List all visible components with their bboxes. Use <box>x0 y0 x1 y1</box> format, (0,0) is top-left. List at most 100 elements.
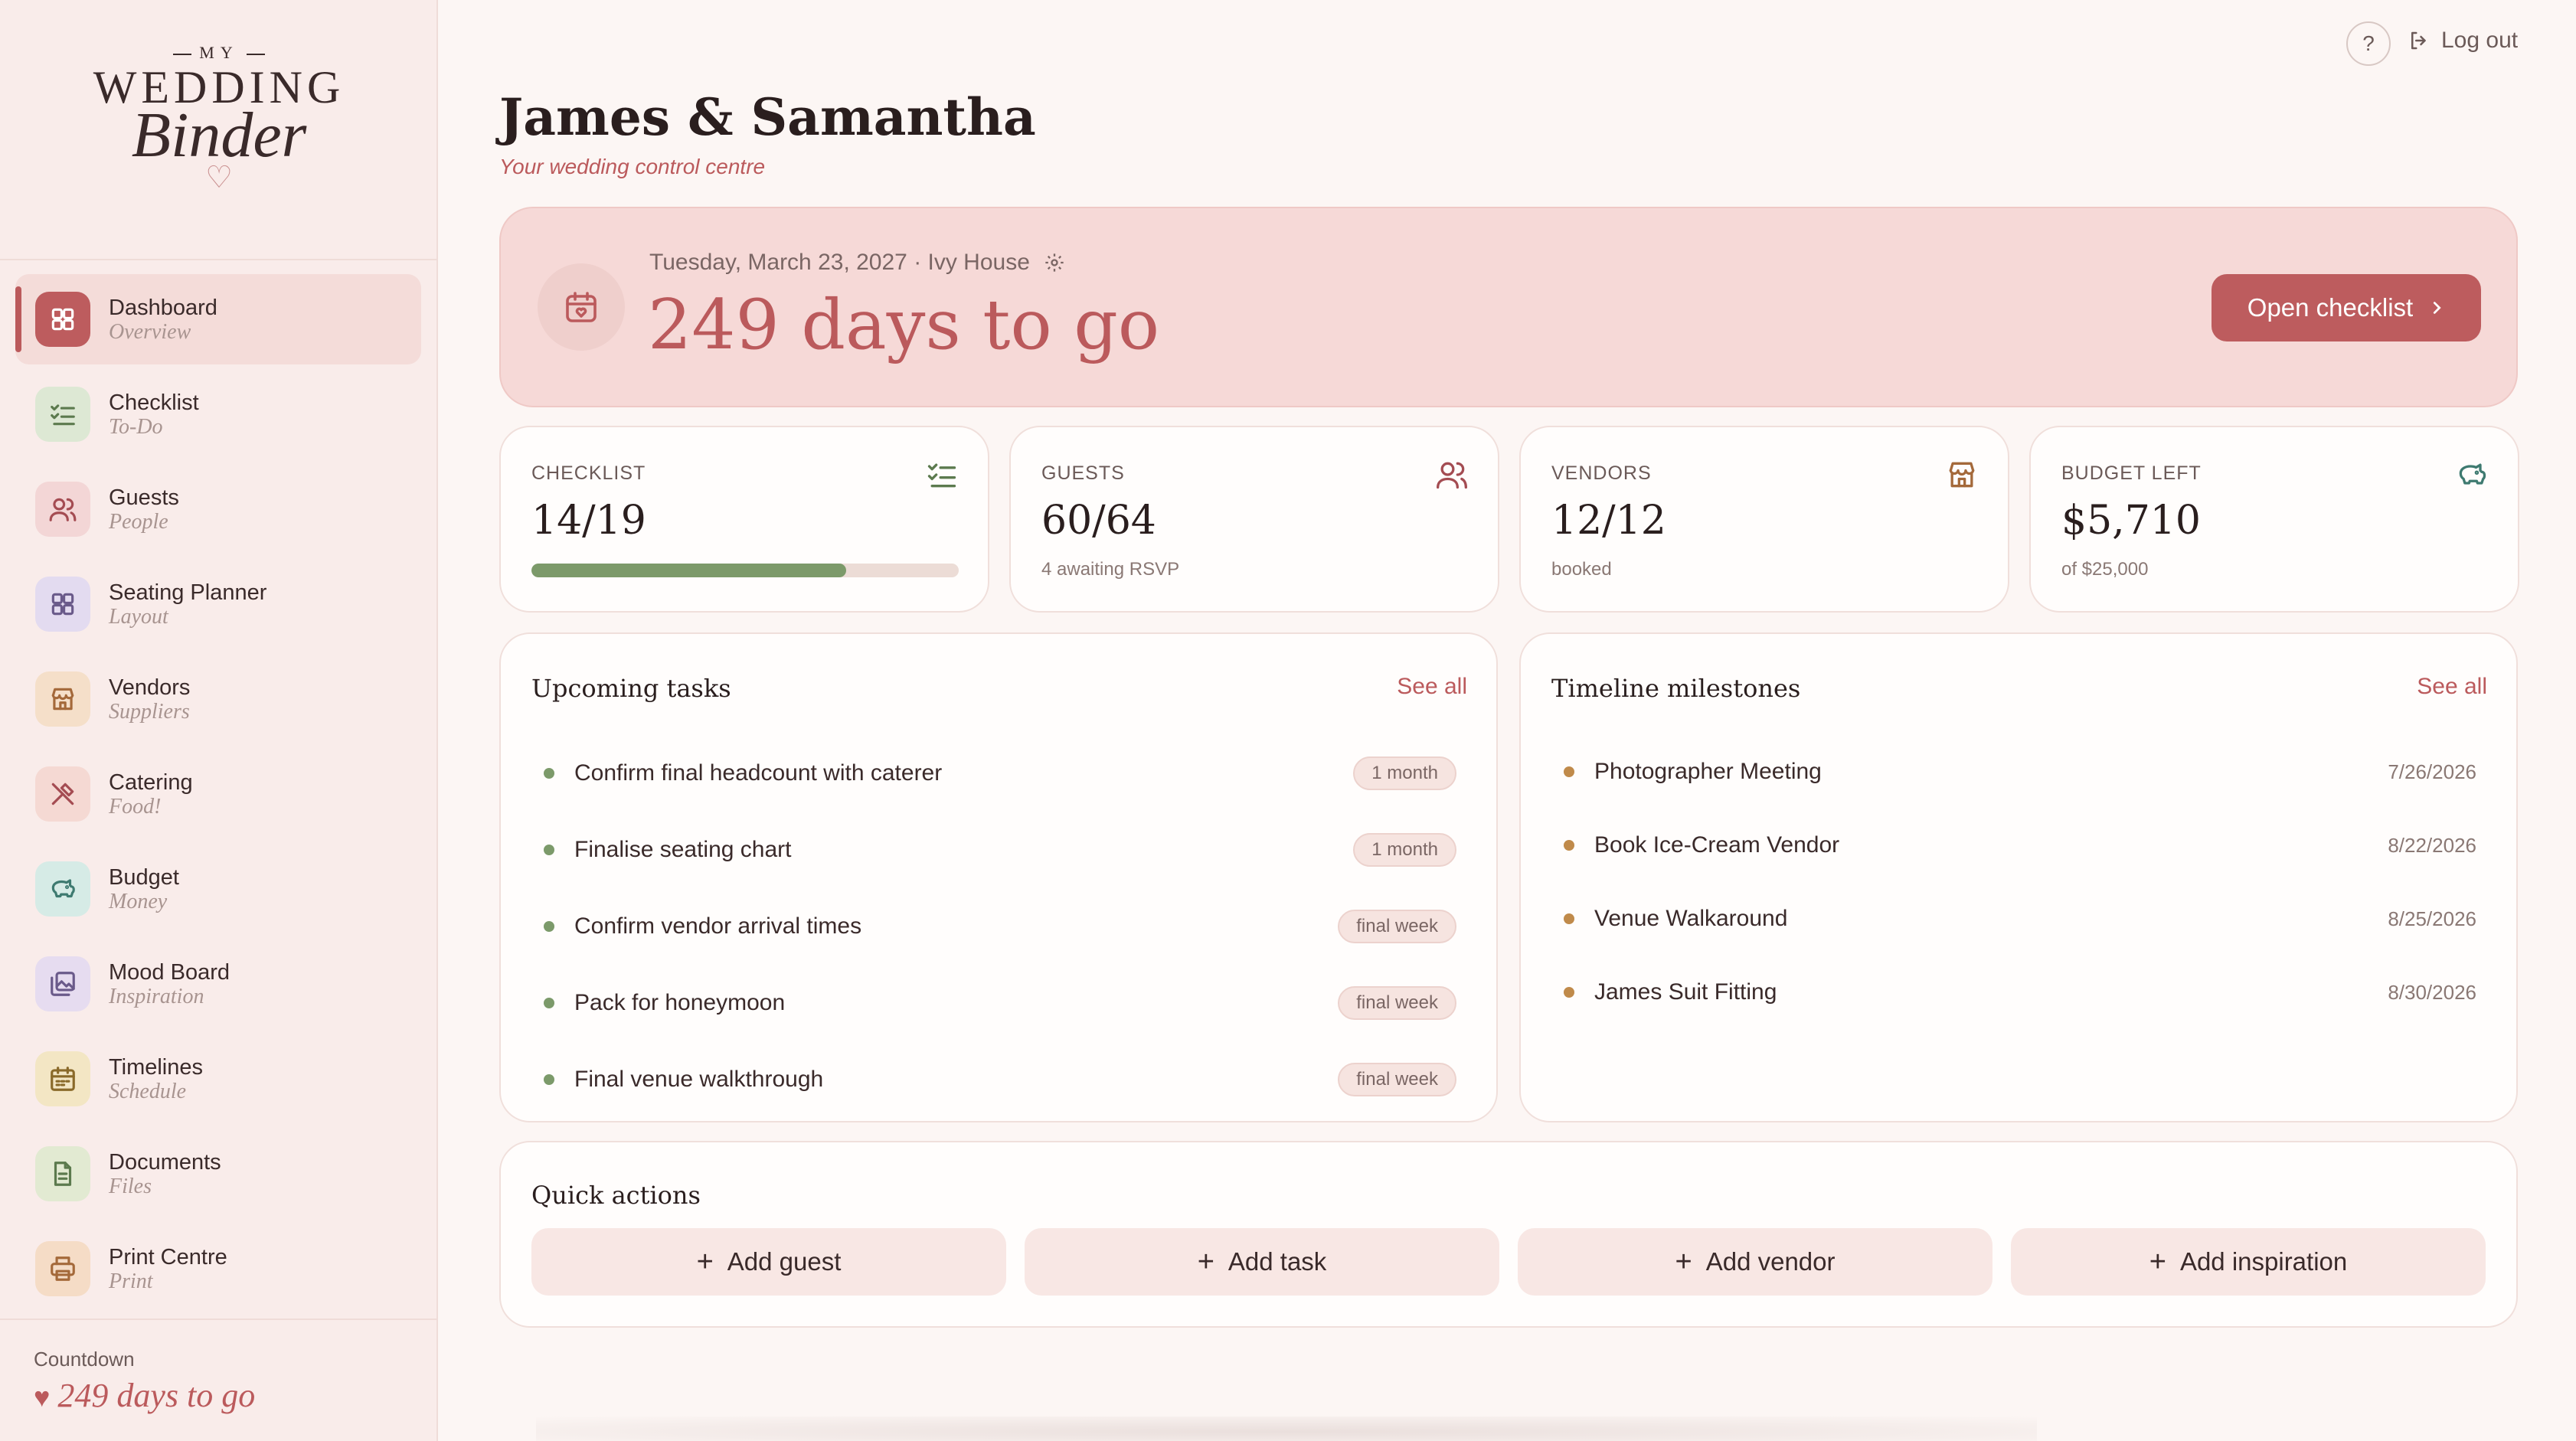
sidebar-item-sublabel: Inspiration <box>109 985 204 1008</box>
heart-icon: ♥ <box>34 1382 51 1413</box>
stat-card-budget-left[interactable]: BUDGET LEFT $5,710 of $25,000 <box>2029 426 2519 613</box>
open-checklist-label: Open checklist <box>2247 293 2414 322</box>
sidebar-item-sublabel: Schedule <box>109 1080 187 1103</box>
upcoming-tasks-title: Upcoming tasks <box>531 674 731 703</box>
store-icon <box>35 671 90 727</box>
sidebar-item-sublabel: Suppliers <box>109 700 190 724</box>
logout-icon <box>2411 31 2426 50</box>
gear-icon[interactable] <box>1044 252 1065 273</box>
stat-card-checklist[interactable]: CHECKLIST 14/19 <box>499 426 989 613</box>
sidebar-item-documents[interactable]: Documents Files <box>15 1129 421 1219</box>
sidebar-item-timelines[interactable]: Timelines Schedule <box>15 1034 421 1124</box>
page-title: James & Samantha <box>499 87 1036 147</box>
sidebar-item-budget[interactable]: Budget Money <box>15 844 421 934</box>
task-row[interactable]: Confirm final headcount with caterer 1 mo… <box>544 750 1456 796</box>
open-checklist-button[interactable]: Open checklist <box>2212 274 2481 341</box>
sidebar-item-text: Dashboard Overview <box>109 295 217 344</box>
stat-value: 14/19 <box>531 498 646 544</box>
task-row[interactable]: Pack for honeymoon final week <box>544 980 1456 1026</box>
grid-icon <box>35 292 90 347</box>
sidebar-item-text: Checklist To-Do <box>109 390 199 439</box>
sidebar-item-guests[interactable]: Guests People <box>15 464 421 554</box>
milestone-date: 7/26/2026 <box>2388 760 2476 783</box>
stat-value: 12/12 <box>1551 498 1666 544</box>
sidebar-item-text: Mood Board Inspiration <box>109 959 230 1008</box>
milestone-row[interactable]: Photographer Meeting 7/26/2026 <box>1564 749 2476 795</box>
wedding-date-text: Tuesday, March 23, 2027 · Ivy House <box>649 250 1030 275</box>
quick-actions-panel: Quick actions + Add guest + Add task + Add ve… <box>499 1141 2518 1328</box>
sidebar-divider <box>0 1318 438 1320</box>
sidebar-item-label: Dashboard <box>109 296 217 320</box>
sidebar-item-label: Checklist <box>109 390 199 415</box>
plus-icon: + <box>1675 1245 1692 1278</box>
sidebar-item-print-centre[interactable]: Print Centre Print <box>15 1224 421 1314</box>
users-icon <box>35 482 90 537</box>
task-bullet <box>544 1074 554 1085</box>
stat-label: VENDORS <box>1551 462 1652 484</box>
tasks-see-all-link[interactable]: See all <box>1397 674 1467 700</box>
task-due-badge: final week <box>1338 910 1456 943</box>
quick-action-label: Add task <box>1228 1247 1327 1276</box>
milestone-text: Book Ice-Cream Vendor <box>1594 832 1840 858</box>
sidebar-item-sublabel: To-Do <box>109 415 163 439</box>
add-task-button[interactable]: + Add task <box>1025 1228 1499 1296</box>
task-bullet <box>544 921 554 932</box>
sidebar-item-text: Budget Money <box>109 864 179 913</box>
sidebar-item-mood-board[interactable]: Mood Board Inspiration <box>15 939 421 1029</box>
milestone-bullet <box>1564 913 1574 924</box>
stat-label: BUDGET LEFT <box>2061 462 2202 484</box>
logout-button[interactable]: Log out <box>2408 28 2518 54</box>
sidebar-item-label: Vendors <box>109 675 191 700</box>
timeline-milestones-panel: Timeline milestones See all Photographer… <box>1519 632 2518 1122</box>
sidebar-item-text: Vendors Suppliers <box>109 675 190 724</box>
milestone-text: James Suit Fitting <box>1594 979 1777 1005</box>
milestone-row[interactable]: Book Ice-Cream Vendor 8/22/2026 <box>1564 822 2476 868</box>
sidebar-item-sublabel: Print <box>109 1269 153 1293</box>
task-due-badge: final week <box>1338 986 1456 1020</box>
task-text: Pack for honeymoon <box>574 990 786 1015</box>
sidebar-item-vendors[interactable]: Vendors Suppliers <box>15 654 421 744</box>
milestone-bullet <box>1564 766 1574 777</box>
milestone-date: 8/30/2026 <box>2388 980 2476 1004</box>
grid-icon <box>35 577 90 632</box>
bottom-shadow <box>536 1416 2037 1441</box>
sidebar-countdown: Countdown ♥ 249 days to go <box>34 1348 255 1415</box>
help-button[interactable]: ? <box>2346 21 2391 66</box>
sidebar-item-label: Mood Board <box>109 960 230 985</box>
sidebar-item-sublabel: People <box>109 510 168 534</box>
sidebar-item-text: Catering Food! <box>109 770 193 819</box>
sidebar-item-sublabel: Food! <box>109 795 162 819</box>
stat-card-vendors[interactable]: VENDORS 12/12 booked <box>1519 426 2009 613</box>
sidebar-item-label: Catering <box>109 770 193 795</box>
sidebar-item-label: Seating Planner <box>109 580 267 605</box>
milestone-row[interactable]: Venue Walkaround 8/25/2026 <box>1564 896 2476 942</box>
add-vendor-button[interactable]: + Add vendor <box>1518 1228 1992 1296</box>
sidebar-divider <box>0 259 438 260</box>
milestones-see-all-link[interactable]: See all <box>2417 674 2487 700</box>
sidebar-item-catering[interactable]: Catering Food! <box>15 749 421 839</box>
add-guest-button[interactable]: + Add guest <box>531 1228 1006 1296</box>
task-row[interactable]: Finalise seating chart 1 month <box>544 827 1456 873</box>
sidebar-item-sublabel: Money <box>109 890 168 913</box>
app-logo[interactable]: MY WEDDING Binder ♡ <box>0 43 438 211</box>
timeline-milestones-title: Timeline milestones <box>1551 674 1801 703</box>
add-inspiration-button[interactable]: + Add inspiration <box>2011 1228 2486 1296</box>
sidebar-item-label: Guests <box>109 485 179 510</box>
sidebar-item-checklist[interactable]: Checklist To-Do <box>15 369 421 459</box>
logo-heart-icon: ♡ <box>205 161 233 194</box>
task-row[interactable]: Final venue walkthrough final week <box>544 1057 1456 1103</box>
stat-card-guests[interactable]: GUESTS 60/64 4 awaiting RSVP <box>1009 426 1499 613</box>
task-text: Final venue walkthrough <box>574 1067 824 1092</box>
checklist-icon <box>925 458 959 492</box>
piggy-bank-icon <box>2455 458 2489 492</box>
task-due-badge: 1 month <box>1353 833 1456 867</box>
task-row[interactable]: Confirm vendor arrival times final week <box>544 903 1456 949</box>
sidebar-item-text: Print Centre Print <box>109 1244 227 1293</box>
countdown-days: 249 days to go <box>57 1377 256 1414</box>
utensils-icon <box>35 766 90 822</box>
milestone-text: Venue Walkaround <box>1594 906 1788 931</box>
sidebar-item-dashboard[interactable]: Dashboard Overview <box>15 274 421 364</box>
sidebar-item-seating-planner[interactable]: Seating Planner Layout <box>15 559 421 649</box>
milestone-row[interactable]: James Suit Fitting 8/30/2026 <box>1564 969 2476 1015</box>
plus-icon: + <box>2149 1245 2166 1278</box>
